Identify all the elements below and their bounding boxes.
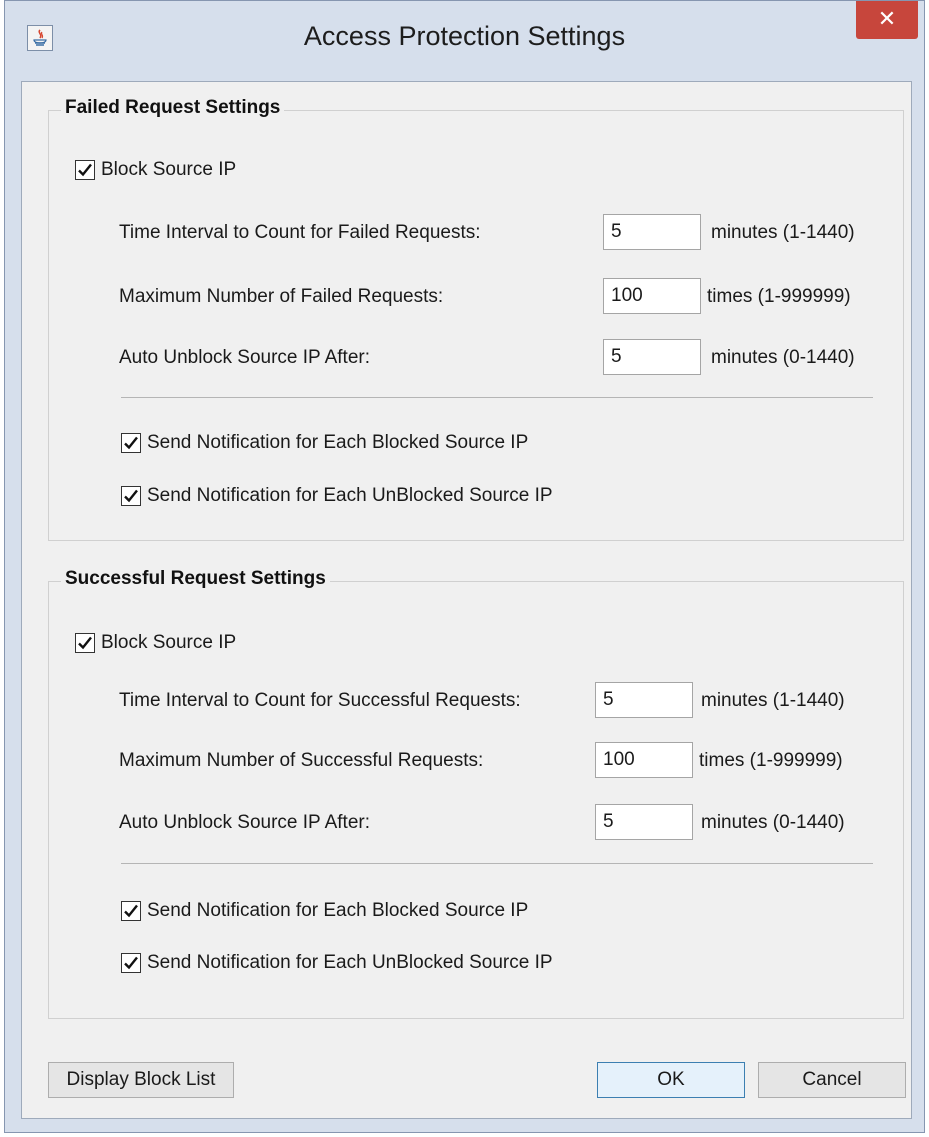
failed-interval-unit: minutes (1-1440)	[711, 222, 855, 243]
successful-interval-label: Time Interval to Count for Successful Re…	[119, 690, 521, 711]
failed-group-title: Failed Request Settings	[61, 97, 285, 119]
checkmark-icon	[124, 904, 138, 918]
failed-unblock-unit: minutes (0-1440)	[711, 347, 855, 368]
close-button[interactable]: ✕	[856, 1, 918, 39]
successful-request-group: Successful Request Settings Block Source…	[48, 568, 904, 1019]
checkbox-box[interactable]	[121, 953, 141, 973]
failed-unblock-label: Auto Unblock Source IP After:	[119, 347, 371, 368]
successful-notify-unblocked-checkbox[interactable]: Send Notification for Each UnBlocked Sou…	[121, 952, 553, 974]
checkmark-icon	[124, 956, 138, 970]
ok-button[interactable]: OK	[597, 1062, 745, 1098]
successful-max-label: Maximum Number of Successful Requests:	[119, 750, 484, 771]
checkbox-box[interactable]	[75, 160, 95, 180]
checkbox-label: Send Notification for Each Blocked Sourc…	[147, 432, 529, 453]
close-icon: ✕	[877, 6, 897, 31]
failed-request-group: Failed Request Settings Block Source IP …	[48, 97, 904, 541]
checkmark-icon	[124, 436, 138, 450]
separator	[121, 397, 873, 398]
failed-notify-unblocked-checkbox[interactable]: Send Notification for Each UnBlocked Sou…	[121, 485, 553, 507]
successful-unblock-input[interactable]: 5	[595, 804, 693, 840]
checkmark-icon	[78, 163, 92, 177]
successful-unblock-unit: minutes (0-1440)	[701, 812, 845, 833]
window-title: Access Protection Settings	[303, 21, 626, 51]
failed-max-input[interactable]: 100	[603, 278, 701, 314]
successful-block-ip-checkbox[interactable]: Block Source IP	[75, 632, 236, 654]
failed-unblock-input[interactable]: 5	[603, 339, 701, 375]
checkmark-icon	[124, 489, 138, 503]
successful-unblock-label: Auto Unblock Source IP After:	[119, 812, 371, 833]
checkbox-label: Send Notification for Each UnBlocked Sou…	[147, 952, 553, 973]
checkbox-box[interactable]	[75, 633, 95, 653]
checkbox-label: Send Notification for Each Blocked Sourc…	[147, 900, 529, 921]
title-bar[interactable]: Access Protection Settings ✕	[5, 1, 924, 81]
separator	[121, 863, 873, 864]
successful-group-title: Successful Request Settings	[61, 568, 330, 590]
failed-max-label: Maximum Number of Failed Requests:	[119, 286, 444, 307]
dialog-content: Failed Request Settings Block Source IP …	[21, 81, 912, 1119]
failed-max-unit: times (1-999999)	[707, 286, 851, 307]
failed-interval-label: Time Interval to Count for Failed Reques…	[119, 222, 481, 243]
checkbox-box[interactable]	[121, 433, 141, 453]
display-block-list-button[interactable]: Display Block List	[48, 1062, 234, 1098]
checkmark-icon	[78, 636, 92, 650]
successful-interval-input[interactable]: 5	[595, 682, 693, 718]
successful-interval-unit: minutes (1-1440)	[701, 690, 845, 711]
failed-notify-blocked-checkbox[interactable]: Send Notification for Each Blocked Sourc…	[121, 432, 528, 454]
failed-interval-input[interactable]: 5	[603, 214, 701, 250]
cancel-button[interactable]: Cancel	[758, 1062, 906, 1098]
checkbox-box[interactable]	[121, 486, 141, 506]
successful-max-input[interactable]: 100	[595, 742, 693, 778]
checkbox-label: Send Notification for Each UnBlocked Sou…	[147, 485, 553, 506]
dialog-window: Access Protection Settings ✕ Failed Requ…	[4, 0, 925, 1133]
checkbox-label: Block Source IP	[101, 632, 237, 653]
checkbox-box[interactable]	[121, 901, 141, 921]
successful-max-unit: times (1-999999)	[699, 750, 843, 771]
successful-notify-blocked-checkbox[interactable]: Send Notification for Each Blocked Sourc…	[121, 900, 528, 922]
failed-block-ip-checkbox[interactable]: Block Source IP	[75, 159, 236, 181]
checkbox-label: Block Source IP	[101, 159, 237, 180]
